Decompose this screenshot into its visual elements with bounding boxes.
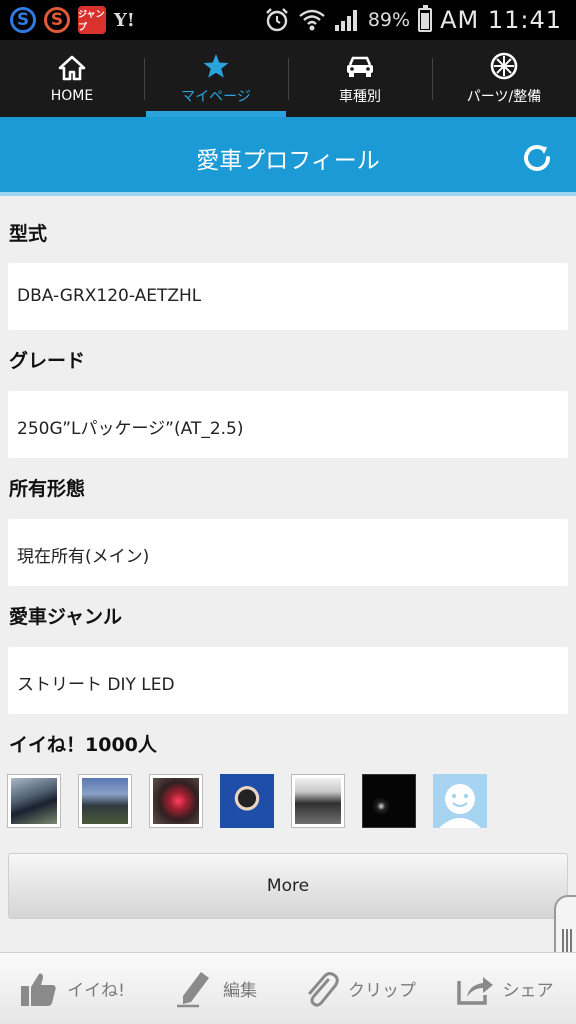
- jump-app-icon: ジャンプ: [78, 6, 106, 34]
- share-button-label: シェア: [502, 981, 554, 1001]
- yahoo-icon: Y!: [114, 9, 135, 31]
- status-bar: S S ジャンプ Y! 89% AM 11:41: [0, 0, 576, 40]
- clock: AM 11:41: [440, 6, 562, 34]
- nav-tab-home-label: HOME: [50, 88, 94, 104]
- default-avatar-icon[interactable]: [433, 774, 487, 828]
- liker-thumbnail[interactable]: [220, 774, 274, 828]
- nav-tab-car-model[interactable]: 車種別: [288, 40, 432, 117]
- wheel-icon: [490, 51, 518, 81]
- liker-thumbnail[interactable]: [362, 774, 416, 828]
- share-icon: [456, 976, 493, 1005]
- wifi-icon: [299, 9, 325, 31]
- like-button-label: イイね!: [67, 981, 125, 1001]
- model-value: DBA-GRX120-AETZHL: [17, 286, 202, 306]
- main-nav: HOME マイページ 車種別 パーツ/整備: [0, 40, 576, 117]
- genre-label: 愛車ジャンル: [9, 606, 123, 628]
- refresh-icon[interactable]: [522, 143, 552, 173]
- nav-tab-car-model-label: 車種別: [339, 89, 381, 105]
- likes-title: イイね！1000人: [9, 734, 157, 756]
- thumbs-up-icon: [21, 973, 56, 1006]
- nav-tab-parts[interactable]: パーツ/整備: [432, 40, 576, 117]
- notification-icons: S S ジャンプ Y!: [10, 6, 135, 34]
- liker-thumbnail[interactable]: [149, 774, 203, 828]
- clip-button-label: クリップ: [348, 981, 416, 1001]
- nav-tab-mypage[interactable]: マイページ: [144, 40, 288, 117]
- clip-button[interactable]: クリップ: [288, 953, 432, 1024]
- battery-percent: 89%: [367, 9, 411, 31]
- app-s-red-icon: S: [44, 7, 70, 33]
- liker-thumbnail[interactable]: [7, 774, 61, 828]
- page-title: 愛車プロフィール: [196, 148, 380, 174]
- paperclip-icon: [308, 971, 339, 1007]
- liker-thumbnail[interactable]: [291, 774, 345, 828]
- more-button[interactable]: More: [8, 853, 568, 919]
- ownership-label: 所有形態: [9, 478, 86, 500]
- share-button[interactable]: シェア: [432, 953, 576, 1024]
- ownership-value-box: 現在所有(メイン): [8, 519, 568, 586]
- model-value-box: DBA-GRX120-AETZHL: [8, 263, 568, 330]
- nav-tab-mypage-label: マイページ: [181, 89, 251, 105]
- car-icon: [345, 51, 375, 81]
- like-button[interactable]: イイね!: [0, 953, 144, 1024]
- grade-value-box: 250G”Lパッケージ”(AT_2.5): [8, 391, 568, 458]
- model-label: 型式: [9, 223, 48, 245]
- star-icon: [202, 51, 230, 81]
- grade-value: 250G”Lパッケージ”(AT_2.5): [17, 419, 244, 439]
- genre-value-box: ストリート DIY LED: [8, 647, 568, 714]
- likes-thumbnails: [7, 774, 487, 828]
- edit-button-label: 編集: [223, 981, 257, 1001]
- system-icons: 89% AM 11:41: [264, 4, 562, 36]
- action-toolbar: イイね! 編集 クリップ シェア: [0, 952, 576, 1024]
- ownership-value: 現在所有(メイン): [17, 547, 150, 567]
- app-s-blue-icon: S: [10, 7, 36, 33]
- page-header: 愛車プロフィール: [0, 117, 576, 196]
- nav-tab-home[interactable]: HOME: [0, 40, 144, 117]
- grade-label: グレード: [9, 350, 86, 372]
- battery-icon: [418, 5, 433, 32]
- nav-tab-parts-label: パーツ/整備: [466, 89, 542, 105]
- signal-icon: [334, 10, 357, 31]
- edit-button[interactable]: 編集: [144, 953, 288, 1024]
- alarm-icon: [265, 8, 288, 32]
- home-icon: [58, 53, 86, 83]
- pen-icon: [177, 971, 209, 1007]
- liker-thumbnail[interactable]: [78, 774, 132, 828]
- genre-value: ストリート DIY LED: [17, 675, 175, 695]
